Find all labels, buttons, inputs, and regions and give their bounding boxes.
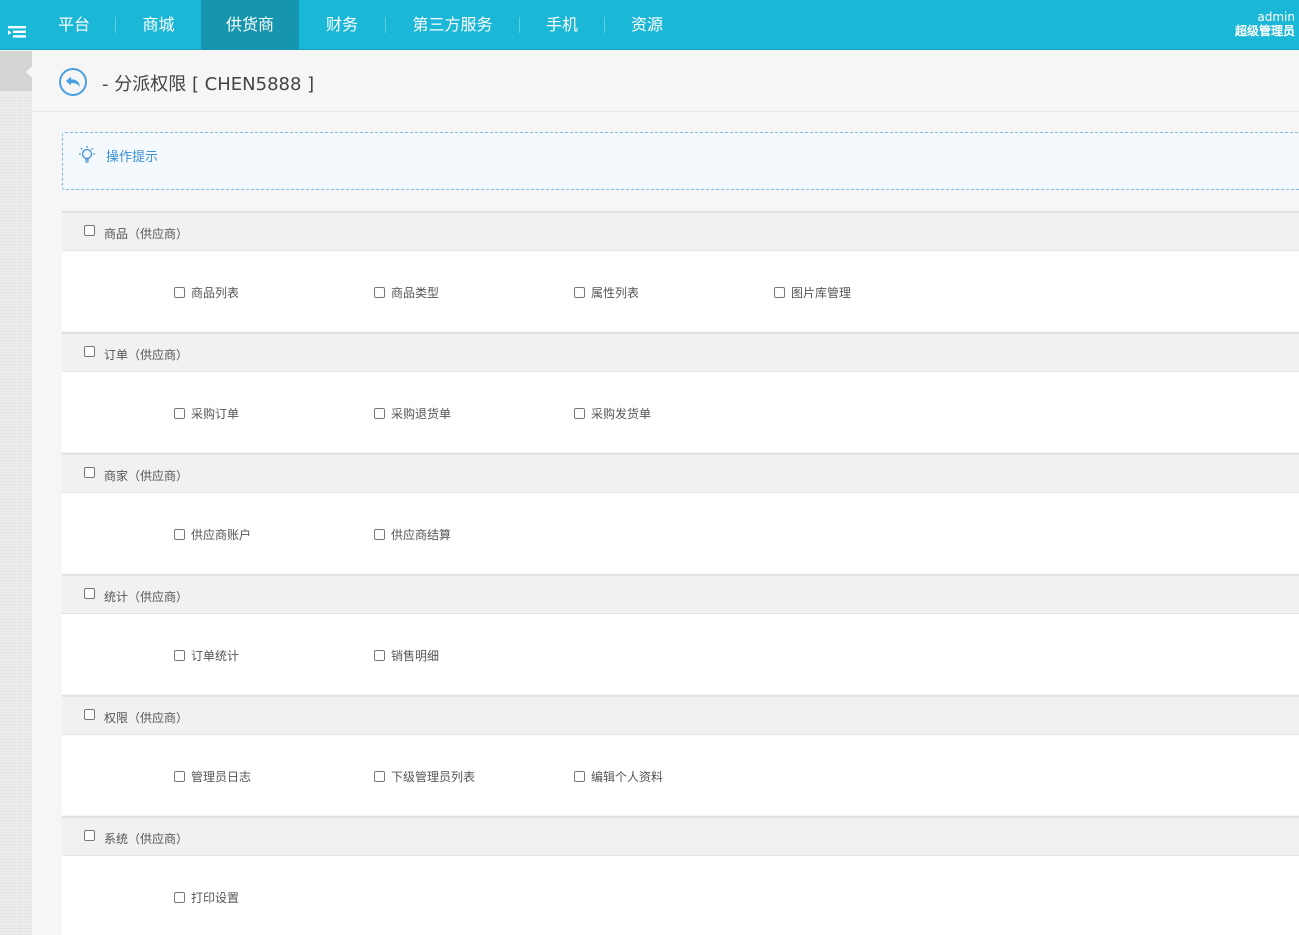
permission-group-statistics: 统计（供应商） 订单统计 销售明细 [62,574,1299,694]
permission-group-header: 订单（供应商） [62,332,1299,372]
permission-group-body: 采购订单 采购退货单 采购发货单 [62,372,1299,452]
group-checkbox[interactable] [84,346,95,357]
checkbox[interactable] [174,891,185,903]
group-title: 订单（供应商） [104,348,189,362]
permission-group-header: 商品（供应商） [62,211,1299,251]
group-checkbox[interactable] [84,830,95,841]
permission-item[interactable]: 下级管理员列表 [374,768,475,784]
permission-item[interactable]: 采购订单 [174,405,239,421]
permission-label: 下级管理员列表 [391,769,476,784]
user-info[interactable]: admin 超级管理员 [1235,10,1295,38]
menu-toggle-icon[interactable] [8,24,30,42]
group-checkbox[interactable] [84,225,95,236]
user-role: 超级管理员 [1234,24,1295,38]
nav-item-platform[interactable]: 平台 [33,0,115,50]
nav-item-third-party[interactable]: 第三方服务 [386,0,519,50]
group-checkbox[interactable] [84,709,95,720]
group-checkbox[interactable] [84,588,95,599]
left-sidebar-strip [0,51,32,935]
checkbox[interactable] [174,528,185,540]
permission-item[interactable]: 销售明细 [374,647,439,663]
permission-group-body: 商品列表 商品类型 属性列表 图片库管理 [62,251,1299,331]
permission-item[interactable]: 商品列表 [174,284,239,300]
group-checkbox[interactable] [84,467,95,478]
permission-item[interactable]: 订单统计 [174,647,239,663]
permission-group-body: 管理员日志 下级管理员列表 编辑个人资料 [62,735,1299,815]
nav-item-resources[interactable]: 资源 [605,0,689,50]
permission-label: 供应商结算 [391,527,452,542]
checkbox[interactable] [574,407,585,419]
permission-label: 属性列表 [591,285,640,300]
checkbox[interactable] [174,770,185,782]
permission-item[interactable]: 采购退货单 [374,405,451,421]
tips-label: 操作提示 [106,150,159,165]
permission-label: 订单统计 [191,648,240,663]
permission-group-header: 商家（供应商） [62,453,1299,493]
checkbox[interactable] [174,649,185,661]
checkbox[interactable] [374,528,385,540]
checkbox[interactable] [774,286,785,298]
checkbox[interactable] [374,649,385,661]
checkbox[interactable] [174,407,185,419]
permission-label: 采购订单 [191,406,240,421]
permission-label: 商品类型 [391,285,440,300]
permission-item[interactable]: 供应商账户 [174,526,251,542]
permission-label: 供应商账户 [191,527,252,542]
top-nav-bar: 平台 商城 供货商 财务 第三方服务 手机 资源 admin 超级管理员 [0,0,1299,50]
permission-label: 管理员日志 [191,769,252,784]
group-title: 系统（供应商） [104,832,189,846]
permission-group-body: 供应商账户 供应商结算 [62,493,1299,573]
page-title: - 分派权限 [ CHEN5888 ] [102,74,315,95]
permission-label: 商品列表 [191,285,240,300]
permission-group-system: 系统（供应商） 打印设置 [62,816,1299,935]
nav-item-finance[interactable]: 财务 [299,0,385,50]
group-title: 商家（供应商） [104,469,189,483]
lightbulb-icon [77,145,97,165]
nav-item-mobile[interactable]: 手机 [520,0,604,50]
permission-group-header: 系统（供应商） [62,816,1299,856]
back-arrow-icon[interactable] [58,67,88,97]
checkbox[interactable] [374,770,385,782]
checkbox[interactable] [374,286,385,298]
group-title: 商品（供应商） [104,227,189,241]
checkbox[interactable] [574,770,585,782]
permission-item[interactable]: 商品类型 [374,284,439,300]
permission-group-header: 统计（供应商） [62,574,1299,614]
permission-item[interactable]: 图片库管理 [774,284,851,300]
permission-label: 打印设置 [191,890,240,905]
permission-group-goods: 商品（供应商） 商品列表 商品类型 属性列表 图片库管理 [62,211,1299,331]
permission-label: 采购退货单 [391,406,452,421]
permission-item[interactable]: 供应商结算 [374,526,451,542]
permission-group-body: 订单统计 销售明细 [62,614,1299,694]
checkbox[interactable] [374,407,385,419]
permission-group-permissions: 权限（供应商） 管理员日志 下级管理员列表 编辑个人资料 [62,695,1299,815]
permission-item[interactable]: 打印设置 [174,889,239,905]
permission-item[interactable]: 采购发货单 [574,405,651,421]
permission-item[interactable]: 编辑个人资料 [574,768,663,784]
user-name: admin [1257,10,1295,24]
permission-group-orders: 订单（供应商） 采购订单 采购退货单 采购发货单 [62,332,1299,452]
nav-item-supplier[interactable]: 供货商 [201,0,299,50]
checkbox[interactable] [174,286,185,298]
permission-label: 图片库管理 [791,285,852,300]
group-title: 统计（供应商） [104,590,189,604]
nav-item-mall[interactable]: 商城 [116,0,201,50]
operation-tips-box[interactable]: 操作提示 [62,132,1299,190]
checkbox[interactable] [574,286,585,298]
permission-label: 销售明细 [391,648,440,663]
permission-label: 编辑个人资料 [591,769,664,784]
page-header: - 分派权限 [ CHEN5888 ] [32,51,1299,112]
permission-item[interactable]: 管理员日志 [174,768,251,784]
permission-label: 采购发货单 [591,406,652,421]
permission-group-merchant: 商家（供应商） 供应商账户 供应商结算 [62,453,1299,573]
main-nav: 平台 商城 供货商 财务 第三方服务 手机 资源 [33,0,689,50]
group-title: 权限（供应商） [104,711,189,725]
permission-group-body: 打印设置 [62,856,1299,935]
permission-group-header: 权限（供应商） [62,695,1299,735]
permission-item[interactable]: 属性列表 [574,284,639,300]
